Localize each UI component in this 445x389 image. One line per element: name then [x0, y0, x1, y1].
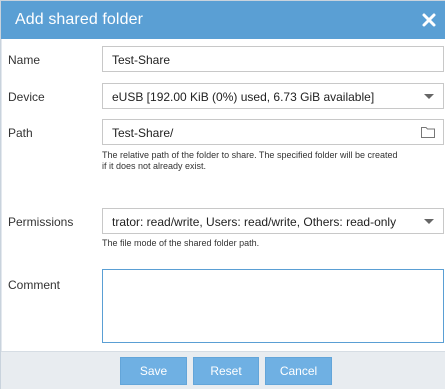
path-hint: The relative path of the folder to share… — [102, 150, 442, 172]
device-label: Device — [8, 90, 45, 104]
save-button[interactable]: Save — [120, 357, 187, 385]
chevron-down-icon[interactable] — [424, 94, 434, 99]
permissions-select[interactable]: trator: read/write, Users: read/write, O… — [102, 208, 444, 234]
permissions-value: trator: read/write, Users: read/write, O… — [112, 215, 397, 229]
device-value: eUSB [192.00 KiB (0%) used, 6.73 GiB ava… — [112, 90, 375, 104]
path-hint-line1: The relative path of the folder to share… — [102, 150, 398, 160]
path-label: Path — [8, 126, 33, 140]
folder-icon[interactable] — [421, 126, 435, 138]
add-shared-folder-dialog: Add shared folder Name Test-Share Device… — [0, 0, 445, 389]
path-value: Test-Share/ — [112, 126, 174, 140]
path-field[interactable]: Test-Share/ — [102, 119, 444, 145]
name-label: Name — [8, 53, 41, 67]
device-select[interactable]: eUSB [192.00 KiB (0%) used, 6.73 GiB ava… — [102, 83, 444, 109]
dialog-title: Add shared folder — [15, 11, 144, 28]
reset-button[interactable]: Reset — [193, 357, 259, 385]
cancel-button[interactable]: Cancel — [265, 357, 332, 385]
name-field[interactable]: Test-Share — [102, 46, 444, 72]
permissions-hint: The file mode of the shared folder path. — [102, 238, 260, 248]
path-hint-line2: if it does not already exist. — [102, 161, 207, 171]
name-value: Test-Share — [112, 53, 171, 67]
dialog-titlebar: Add shared folder — [1, 1, 445, 39]
comment-textarea[interactable] — [102, 269, 444, 343]
comment-label: Comment — [8, 278, 61, 292]
permissions-label: Permissions — [8, 215, 74, 229]
chevron-down-icon[interactable] — [424, 219, 434, 224]
close-icon[interactable] — [419, 10, 439, 30]
